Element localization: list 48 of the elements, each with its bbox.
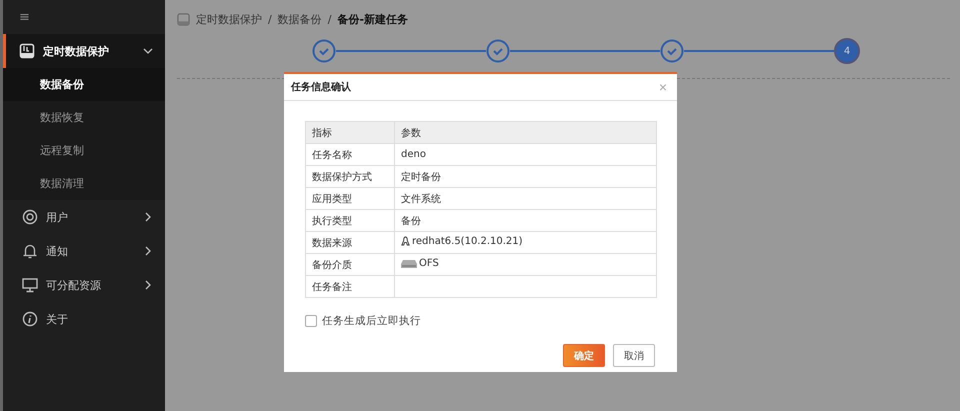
menu-label: 用户 bbox=[46, 210, 69, 224]
table-cell-text: 备份 bbox=[401, 214, 421, 228]
sidebar-item[interactable]: 用户 bbox=[3, 200, 165, 234]
submenu-item[interactable]: 数据清理 bbox=[3, 167, 165, 200]
table-cell: 任务备注 bbox=[306, 276, 394, 298]
menu-label: 可分配资源 bbox=[46, 278, 102, 292]
breadcrumb-separator: / bbox=[268, 12, 272, 26]
breadcrumb-item: 备份-新建任务 bbox=[337, 12, 408, 26]
sidebar-item[interactable]: 可分配资源 bbox=[3, 268, 165, 302]
drive-icon bbox=[177, 12, 190, 26]
submenu-item[interactable]: 远程复制 bbox=[3, 134, 165, 167]
dialog-title: 任务信息确认 bbox=[291, 80, 351, 94]
sidebar-item[interactable]: 通知 bbox=[3, 234, 165, 268]
column-header: 参数 bbox=[394, 122, 656, 144]
cancel-button[interactable]: 取消 bbox=[613, 344, 655, 367]
checkbox-label: 任务生成后立即执行 bbox=[322, 314, 421, 328]
table-cell: deno bbox=[401, 149, 426, 160]
table-cell: 备份介质 bbox=[306, 254, 394, 276]
info-icon bbox=[22, 311, 38, 327]
monitor-icon bbox=[22, 277, 38, 293]
table-cell: 数据保护方式 bbox=[306, 166, 394, 188]
sidebar-item[interactable]: 关于 bbox=[3, 302, 165, 336]
submenu-item[interactable]: 数据恢复 bbox=[3, 101, 165, 134]
checkbox[interactable] bbox=[305, 315, 317, 327]
table-cell: 任务名称 bbox=[306, 144, 394, 166]
menu-icon[interactable]: ≡ bbox=[19, 10, 30, 24]
column-header: 指标 bbox=[306, 122, 394, 144]
submenu-item[interactable]: 数据备份 bbox=[3, 68, 165, 101]
penguin-icon bbox=[401, 236, 410, 246]
step-number: 4 bbox=[834, 38, 860, 64]
table-cell-text: 定时备份 bbox=[401, 170, 441, 184]
breadcrumb-item[interactable]: 数据备份 bbox=[278, 12, 322, 26]
confirm-button[interactable]: 确定 bbox=[563, 344, 605, 367]
table-cell-text: 文件系统 bbox=[401, 192, 441, 206]
user-icon bbox=[22, 209, 38, 225]
bell-icon bbox=[22, 243, 38, 259]
table-cell: 应用类型 bbox=[306, 188, 394, 210]
table-cell: 数据来源 bbox=[306, 232, 394, 254]
breadcrumb-item[interactable]: 定时数据保护 bbox=[196, 12, 262, 26]
sidebar-item[interactable]: 定时数据保护 bbox=[3, 34, 165, 68]
table-cell: 执行类型 bbox=[306, 210, 394, 232]
table-cell: OFS bbox=[419, 258, 439, 270]
menu-label: 关于 bbox=[46, 312, 69, 326]
table-cell: redhat6.5(10.2.10.21) bbox=[412, 236, 523, 246]
drive-icon bbox=[19, 43, 35, 59]
menu-label: 定时数据保护 bbox=[43, 44, 110, 58]
breadcrumb-separator: / bbox=[328, 12, 332, 26]
menu-label: 通知 bbox=[46, 244, 69, 258]
